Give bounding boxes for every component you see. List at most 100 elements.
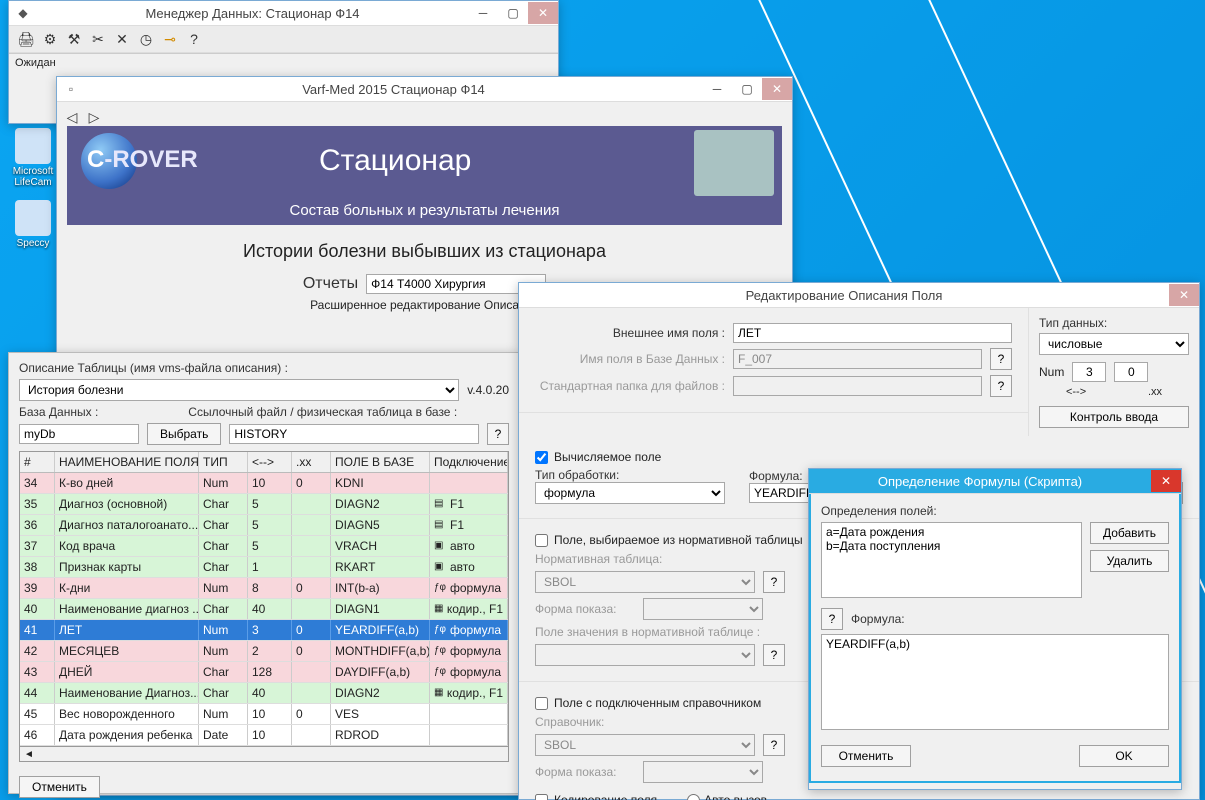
conn-icon: ƒφ [434, 666, 447, 679]
calc-field-checkbox[interactable]: Вычисляемое поле [535, 450, 1183, 464]
defs-textarea[interactable] [821, 522, 1082, 598]
num-label: Num [1039, 365, 1064, 379]
help-button[interactable]: ? [990, 375, 1012, 397]
app-icon: ◆ [15, 5, 31, 21]
table-row[interactable]: 43ДНЕЙChar128DAYDIFF(a,b)ƒφ формула [20, 662, 508, 683]
norm-table-label: Нормативная таблица: [535, 552, 685, 566]
reports-label: Отчеты [303, 275, 358, 293]
table-row[interactable]: 36Диагноз паталогоанато...Char5DIAGN5▤ F… [20, 515, 508, 536]
close-button[interactable]: ✕ [1151, 470, 1181, 492]
titlebar[interactable]: Определение Формулы (Скрипта) ✕ [809, 469, 1181, 494]
help-button[interactable]: ? [990, 348, 1012, 370]
table-row[interactable]: 34К-во днейNum100KDNI [20, 473, 508, 494]
print-icon[interactable]: 🖨 [17, 30, 35, 48]
titlebar[interactable]: Редактирование Описания Поля ✕ [519, 283, 1199, 308]
num-dec-input[interactable] [1114, 362, 1148, 382]
conn-icon: ▣ [434, 540, 447, 553]
norm-table-select: SBOL [535, 571, 755, 593]
cancel-button[interactable]: Отменить [821, 745, 911, 767]
desc-label: Описание Таблицы (имя vms-файла описания… [19, 361, 509, 375]
ext-name-label: Внешнее имя поля : [535, 326, 725, 340]
norm-value-select [535, 644, 755, 666]
cut-icon[interactable]: ✂ [89, 30, 107, 48]
titlebar[interactable]: ◆ Менеджер Данных: Стационар Ф14 ─ ▢ ✕ [9, 1, 558, 26]
display-form-label: Форма показа: [535, 602, 635, 616]
select-db-button[interactable]: Выбрать [147, 423, 221, 445]
tool-icon[interactable]: ⚒ [65, 30, 83, 48]
auto-call-radio[interactable]: Авто вызов [687, 793, 773, 800]
table-row[interactable]: 42МЕСЯЦЕВNum20MONTHDIFF(a,b)ƒφ формула [20, 641, 508, 662]
key-icon[interactable]: ⊸ [161, 30, 179, 48]
table-row[interactable]: 44Наименование Диагноз...Char40DIAGN2▦ к… [20, 683, 508, 704]
add-button[interactable]: Добавить [1090, 522, 1169, 544]
table-row[interactable]: 38Признак картыChar1RKART▣ авто [20, 557, 508, 578]
close-button[interactable]: ✕ [1169, 284, 1199, 306]
coding-checkbox[interactable]: Кодирование поля [535, 793, 657, 800]
help-button[interactable]: ? [487, 423, 509, 445]
titlebar[interactable]: ▫ Varf-Med 2015 Стационар Ф14 ─ ▢ ✕ [57, 77, 792, 102]
conn-icon: ▤ [434, 519, 447, 532]
table-row[interactable]: 40Наименование диагноз ...Char40DIAGN1▦ … [20, 599, 508, 620]
db-input[interactable] [19, 424, 139, 444]
formula-textarea[interactable] [821, 634, 1169, 730]
defs-label: Определения полей: [821, 504, 1169, 518]
clock-icon[interactable]: ◷ [137, 30, 155, 48]
ref-label: Ссылочный файл / физическая таблица в ба… [188, 405, 457, 419]
maximize-button[interactable]: ▢ [498, 2, 528, 24]
hero-banner: C-ROVER Стационар [67, 126, 782, 196]
table-row[interactable]: 46Дата рождения ребенкаDate10RDROD [20, 725, 508, 746]
scroll-left-icon[interactable]: ◄ [20, 749, 38, 760]
tool-icon[interactable]: ⚙ [41, 30, 59, 48]
proc-type-label: Тип обработки: [535, 468, 725, 482]
conn-icon: ƒφ [434, 645, 447, 658]
version-label: v.4.0.20 [467, 383, 509, 397]
conn-icon: ▣ [434, 561, 447, 574]
table-row[interactable]: 37Код врачаChar5VRACH▣ авто [20, 536, 508, 557]
desktop-icon[interactable]: Speccy [8, 200, 58, 249]
ref-label: Справочник: [535, 715, 635, 729]
dtype-label: Тип данных: [1039, 316, 1189, 330]
grid-header: #НАИМЕНОВАНИЕ ПОЛЯТИП<-->.xxПОЛЕ В БАЗЕП… [20, 452, 508, 473]
window-title: Varf-Med 2015 Стационар Ф14 [85, 82, 702, 97]
app-icon: ▫ [63, 81, 79, 97]
help-button[interactable]: ? [763, 571, 785, 593]
window-title: Менеджер Данных: Стационар Ф14 [37, 6, 468, 21]
close-button[interactable]: ✕ [528, 2, 558, 24]
proc-type-select[interactable]: формула [535, 482, 725, 504]
brand-logo: C-ROVER [87, 146, 198, 174]
cancel-button[interactable]: Отменить [19, 776, 100, 798]
help-icon[interactable]: ? [185, 30, 203, 48]
desktop-icon[interactable]: Microsoft LifeCam [8, 128, 58, 188]
folder-label: Стандартная папка для файлов : [535, 379, 725, 393]
fields-grid[interactable]: #НАИМЕНОВАНИЕ ПОЛЯТИП<-->.xxПОЛЕ В БАЗЕП… [19, 451, 509, 747]
num-width-input[interactable] [1072, 362, 1106, 382]
nav-prev-icon[interactable]: ◁ [63, 108, 81, 126]
close-button[interactable]: ✕ [762, 78, 792, 100]
nav-next-icon[interactable]: ▷ [85, 108, 103, 126]
table-row[interactable]: 35Диагноз (основной)Char5DIAGN2▤ F1 [20, 494, 508, 515]
maximize-button[interactable]: ▢ [732, 78, 762, 100]
delete-button[interactable]: Удалить [1090, 550, 1169, 572]
minimize-button[interactable]: ─ [702, 78, 732, 100]
table-row[interactable]: 41ЛЕТNum30YEARDIFF(a,b)ƒφ формула [20, 620, 508, 641]
page-heading: Истории болезни выбывших из стационара [69, 241, 780, 262]
help-button[interactable]: ? [763, 734, 785, 756]
ok-button[interactable]: OK [1079, 745, 1169, 767]
minimize-button[interactable]: ─ [468, 2, 498, 24]
table-row[interactable]: 39К-дниNum80INT(b-a)ƒφ формула [20, 578, 508, 599]
status-bar: Ожидан [9, 53, 558, 72]
ext-name-input[interactable] [733, 323, 1012, 343]
db-name-input [733, 349, 982, 369]
input-control-button[interactable]: Контроль ввода [1039, 406, 1189, 428]
help-button[interactable]: ? [763, 644, 785, 666]
display-form-select [643, 598, 763, 620]
conn-icon: ▦ [434, 603, 444, 616]
help-button[interactable]: ? [821, 608, 843, 630]
ref-table-input[interactable] [229, 424, 479, 444]
dtype-select[interactable]: числовые [1039, 333, 1189, 355]
settings-icon[interactable]: ✕ [113, 30, 131, 48]
conn-icon: ▤ [434, 498, 447, 511]
description-select[interactable]: История болезни [19, 379, 459, 401]
table-row[interactable]: 45Вес новорожденногоNum100VES [20, 704, 508, 725]
db-label: База Данных : [19, 405, 98, 419]
